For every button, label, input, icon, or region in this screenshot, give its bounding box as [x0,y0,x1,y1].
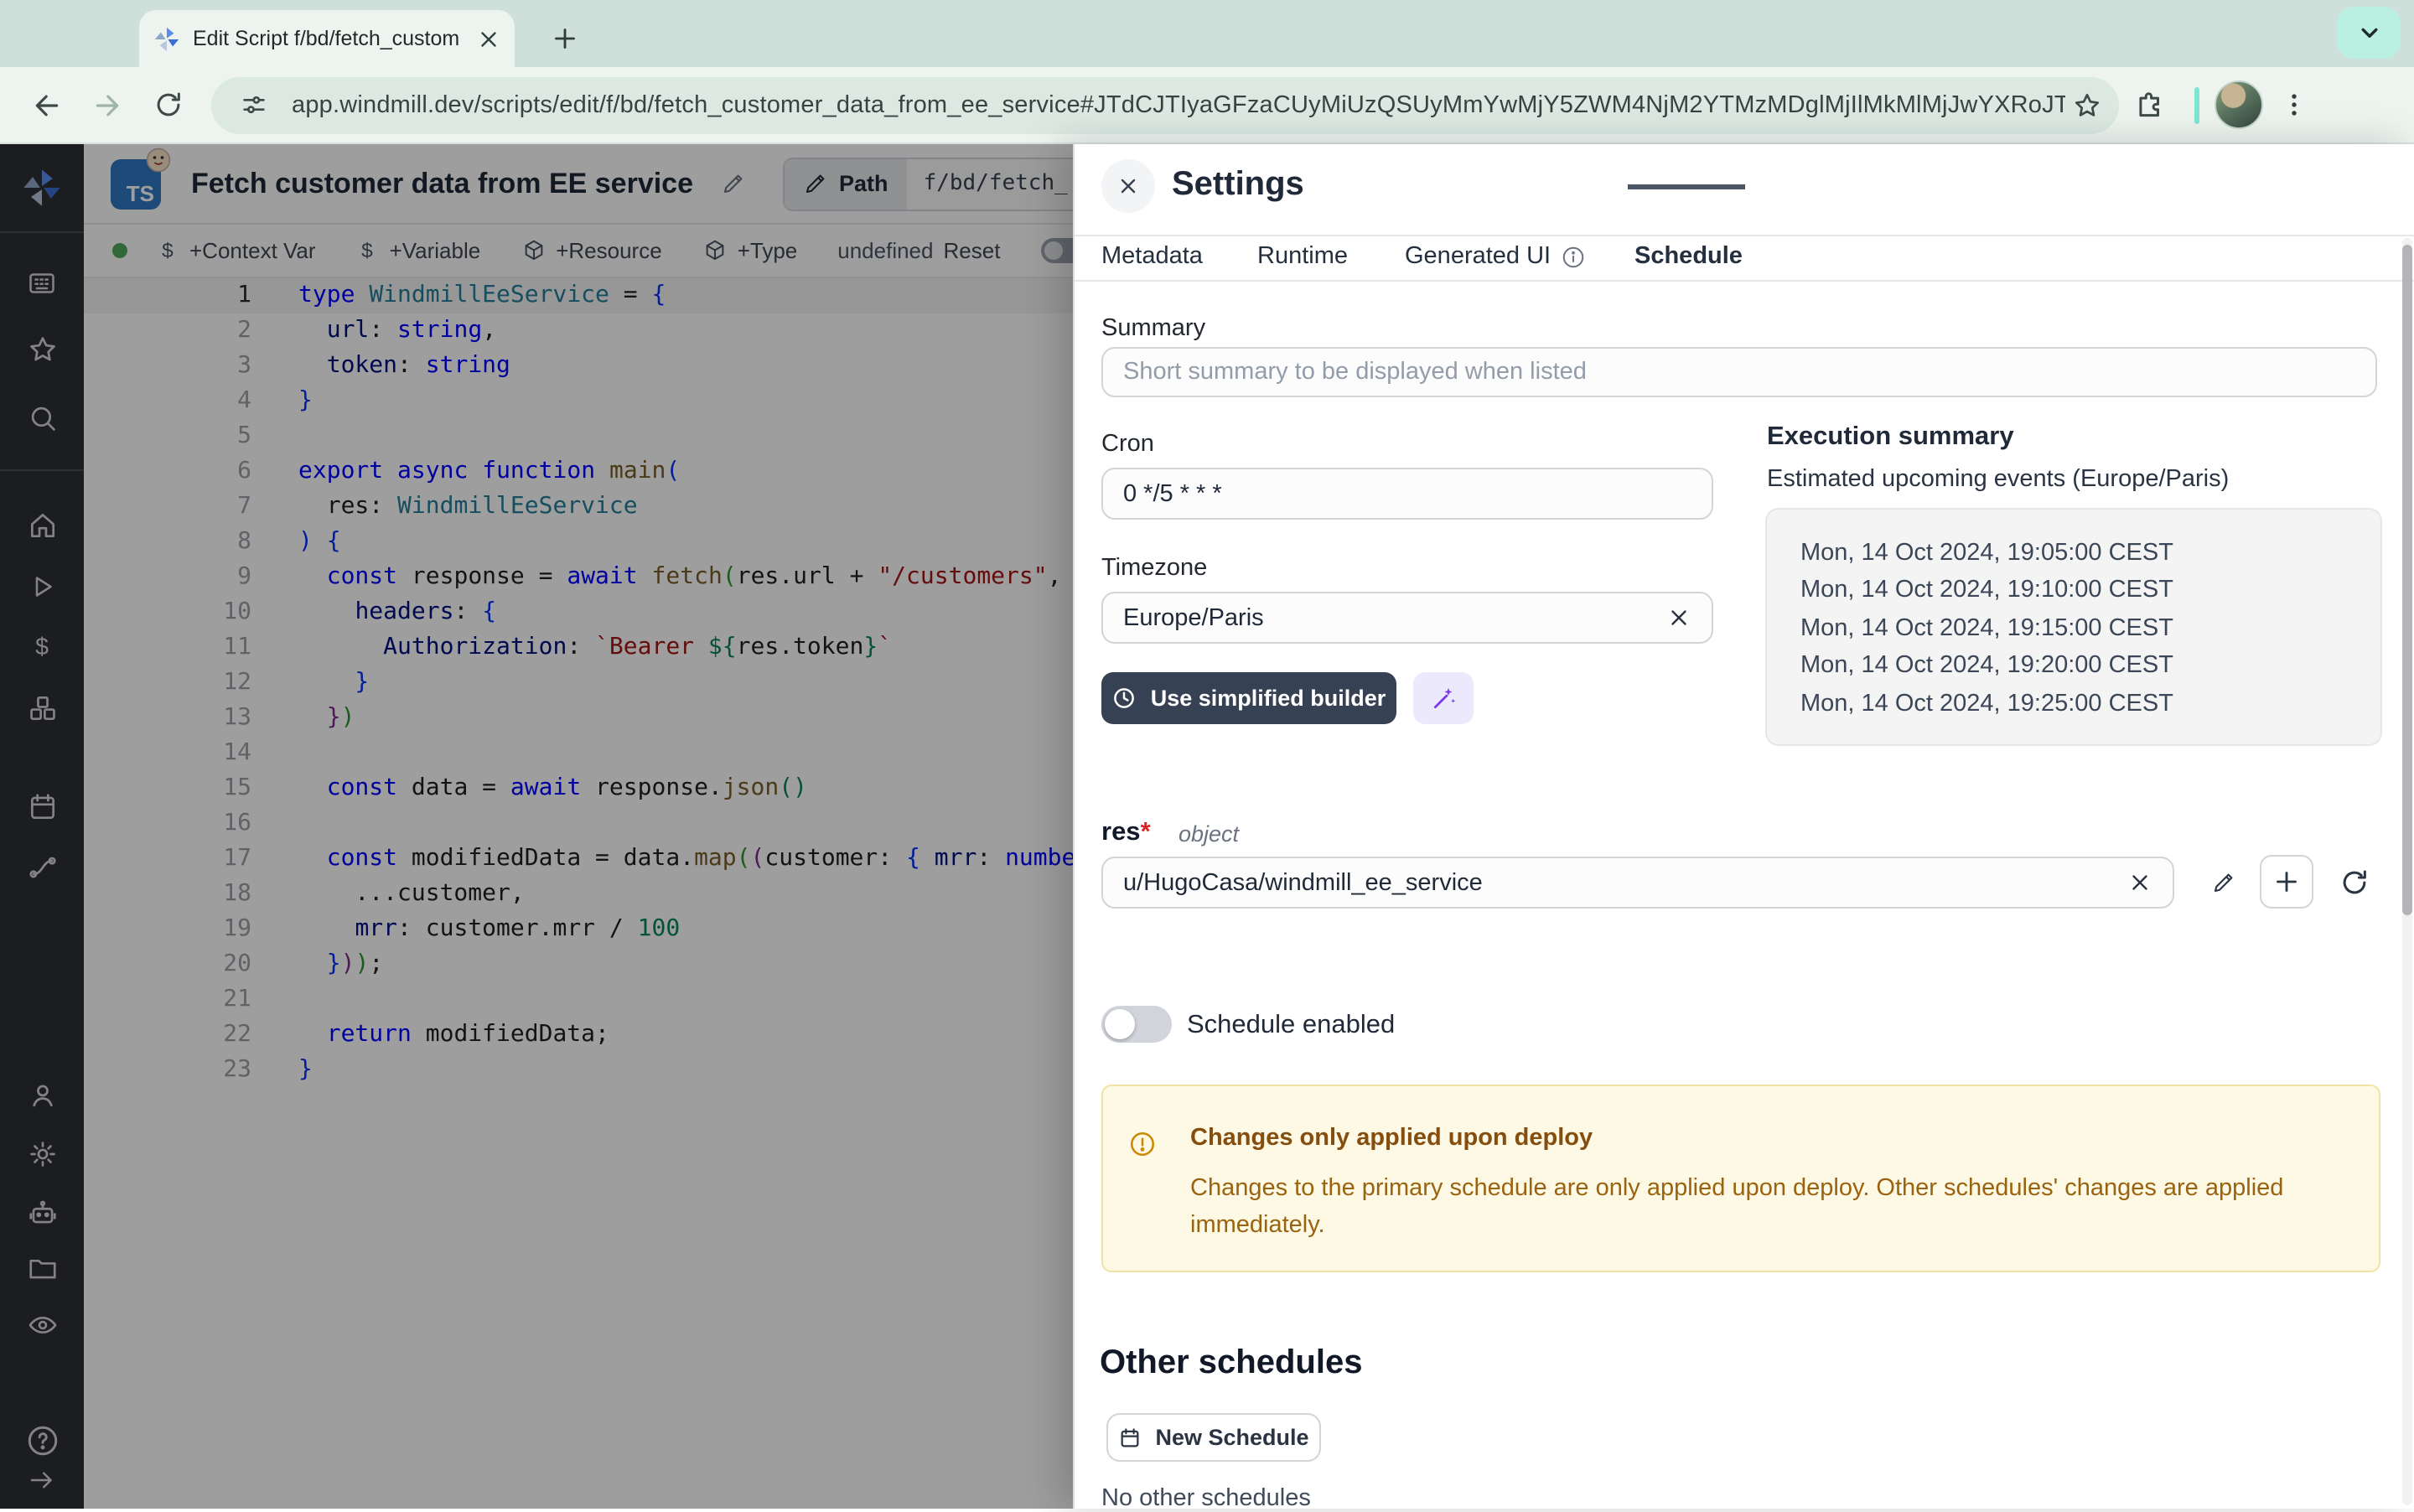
execution-summary-subtitle: Estimated upcoming events (Europe/Paris) [1767,466,2229,493]
url-bar[interactable]: app.windmill.dev/scripts/edit/f/bd/fetch… [211,76,2119,133]
summary-label: Summary [1101,315,1205,342]
settings-drawer: Settings Metadata Runtime Generated UI Sche… [1073,144,2414,1509]
extensions-icon[interactable] [2126,81,2173,128]
back-icon[interactable] [23,81,70,128]
new-tab-button[interactable] [543,17,587,60]
timezone-input[interactable] [1123,604,1653,631]
drawer-scrollbar-thumb[interactable] [2402,245,2412,915]
upcoming-event: Mon, 14 Oct 2024, 19:05:00 CEST [1800,535,2380,572]
cron-input[interactable] [1123,480,1691,507]
schedule-enabled-label: Schedule enabled [1187,1011,1395,1041]
schedule-enabled-toggle[interactable] [1101,1006,1172,1043]
forward-icon[interactable] [84,81,131,128]
required-asterisk: * [1141,818,1151,847]
use-simplified-builder-button[interactable]: Use simplified builder [1101,672,1396,724]
res-resource-input[interactable] [1123,869,2114,896]
info-icon [1561,244,1586,269]
warning-icon [1128,1130,1157,1158]
tab-runtime[interactable]: Runtime [1257,243,1348,270]
screen: Edit Script f/bd/fetch_custom app.windmi… [0,0,2414,1509]
close-icon[interactable] [1101,159,1155,213]
cron-input-wrap [1101,468,1713,520]
refresh-resource-icon[interactable] [2332,860,2375,904]
tab-favicon-windmill-logo [153,24,181,53]
res-arg-label: res* [1101,818,1151,848]
url-text[interactable]: app.windmill.dev/scripts/edit/f/bd/fetch… [292,91,2065,118]
tab-metadata[interactable]: Metadata [1101,243,1203,270]
timezone-label: Timezone [1101,555,1207,582]
clear-timezone-icon[interactable] [1666,605,1691,630]
upcoming-event: Mon, 14 Oct 2024, 19:25:00 CEST [1800,685,2380,722]
new-schedule-button[interactable]: New Schedule [1106,1413,1321,1462]
res-arg-type: object [1179,821,1239,847]
upcoming-event: Mon, 14 Oct 2024, 19:20:00 CEST [1800,647,2380,685]
add-resource-button[interactable] [2260,855,2313,909]
profile-avatar[interactable] [2215,80,2263,129]
tab-search-chevron-button[interactable] [2337,7,2401,59]
ai-wand-button[interactable] [1413,672,1474,724]
toolbar-separator [2194,86,2199,123]
clear-resource-icon[interactable] [2127,870,2152,895]
upcoming-event: Mon, 14 Oct 2024, 19:15:00 CEST [1800,610,2380,648]
schedule-tab-panel: Summary Cron Timezone Use simplified bui… [1075,280,2414,1509]
page-content: $ TS Fetch customer data from EE service… [0,144,2414,1509]
deploy-warning-box: Changes only applied upon deploy Changes… [1101,1085,2380,1272]
timezone-input-wrap [1101,592,1713,644]
cron-label: Cron [1101,431,1154,458]
warning-title: Changes only applied upon deploy [1190,1125,1593,1152]
tab-generated-ui[interactable]: Generated UI [1405,243,1586,270]
upcoming-event: Mon, 14 Oct 2024, 19:10:00 CEST [1800,572,2380,610]
clock-icon [1112,686,1137,711]
edit-resource-pencil-icon[interactable] [2201,860,2245,904]
tab-close-icon[interactable] [474,25,501,52]
calendar-icon [1118,1426,1142,1449]
res-input-wrap [1101,857,2174,909]
warning-body: Changes to the primary schedule are only… [1190,1170,2344,1244]
summary-input[interactable] [1123,359,2355,386]
drawer-title: Settings [1172,166,1304,205]
execution-summary-title: Execution summary [1767,422,2014,453]
upcoming-events-box: Mon, 14 Oct 2024, 19:05:00 CESTMon, 14 O… [1765,508,2382,746]
browser-tabstrip: Edit Script f/bd/fetch_custom [0,0,2414,67]
active-tab-underline [1628,184,1745,189]
settings-tabs: Metadata Runtime Generated UI Schedule [1075,235,2414,280]
summary-input-wrap [1101,347,2377,397]
browser-toolbar: app.windmill.dev/scripts/edit/f/bd/fetch… [0,67,2414,144]
tab-schedule[interactable]: Schedule [1634,243,1743,270]
browser-menu-icon[interactable] [2273,83,2313,127]
drawer-backdrop[interactable] [0,144,1075,1509]
other-schedules-title: Other schedules [1100,1344,1362,1383]
reload-icon[interactable] [144,81,191,128]
browser-tab[interactable]: Edit Script f/bd/fetch_custom [139,10,515,67]
bookmark-star-icon[interactable] [2065,83,2109,127]
no-other-schedules-text: No other schedules [1101,1485,1311,1512]
tab-title: Edit Script f/bd/fetch_custom [193,27,474,50]
site-settings-icon[interactable] [231,83,275,127]
